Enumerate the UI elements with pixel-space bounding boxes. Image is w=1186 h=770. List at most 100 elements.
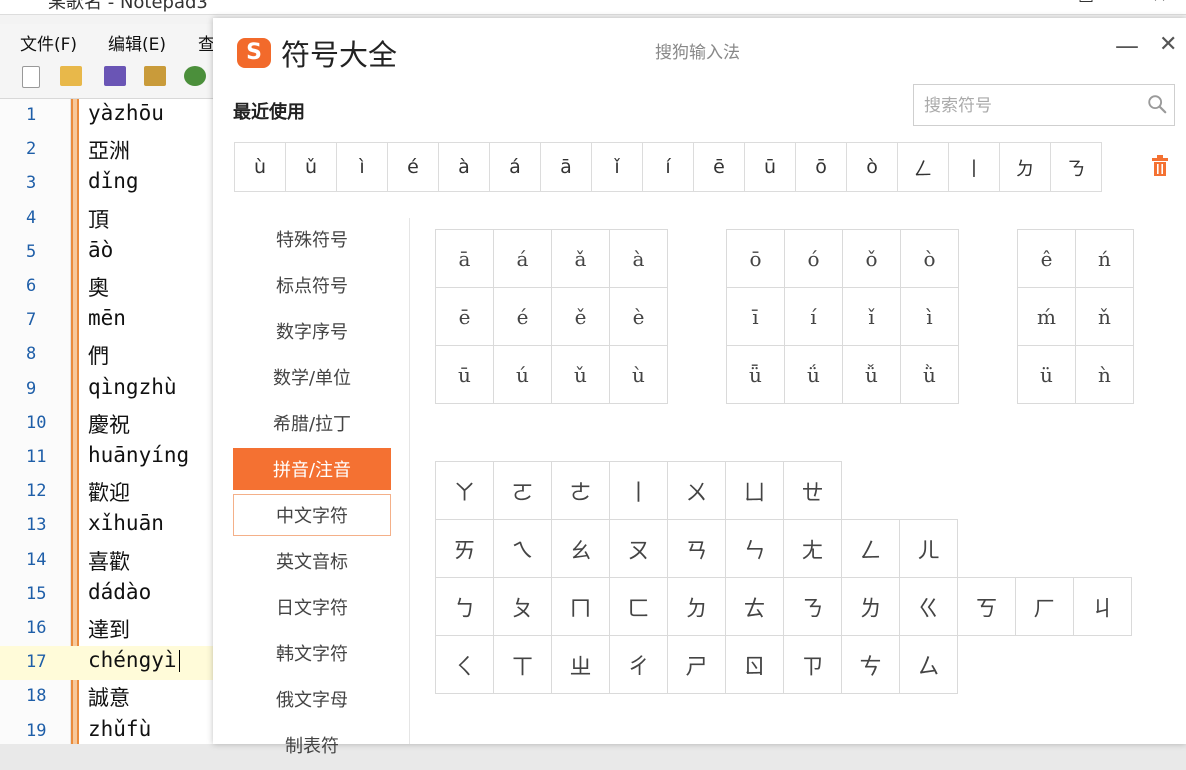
bopomofo-cell[interactable]: ㄉ	[668, 578, 726, 636]
editor-line[interactable]: 15 dádào	[0, 578, 230, 612]
line-text[interactable]: mēn	[88, 306, 126, 330]
bopomofo-cell[interactable]: ㄜ	[552, 462, 610, 520]
line-text[interactable]: 歡迎	[88, 477, 130, 507]
editor-line[interactable]: 6奧	[0, 270, 230, 304]
recent-symbol[interactable]: ā	[540, 142, 592, 192]
category-item[interactable]: 中文字符	[233, 494, 391, 536]
bopomofo-cell[interactable]: ㄆ	[494, 578, 552, 636]
recent-symbol[interactable]: ō	[795, 142, 847, 192]
symbol-cell[interactable]: ǔ	[552, 346, 610, 404]
minimize-button[interactable]: —	[1115, 32, 1139, 60]
symbol-cell[interactable]: ù	[610, 346, 668, 404]
bopomofo-cell[interactable]: ㄦ	[900, 520, 958, 578]
editor-line[interactable]: 13 xǐhuān	[0, 509, 230, 543]
editor-area[interactable]: 1 yàzhōu 2 亞洲 3 dǐng 4 頂 5 āò 6 奧 7 mēn 8 們 9 qìngzhù 10 慶祝…	[0, 99, 230, 744]
recent-symbol[interactable]: ㄥ	[897, 142, 949, 192]
recent-symbol[interactable]: ㄉ	[999, 142, 1051, 192]
line-text[interactable]: 誠意	[88, 682, 130, 712]
bopomofo-cell[interactable]: ㄟ	[494, 520, 552, 578]
editor-line[interactable]: 3 dǐng	[0, 167, 230, 201]
save-as-icon[interactable]	[144, 66, 166, 86]
symbol-cell[interactable]: ò	[901, 230, 959, 288]
symbol-cell[interactable]: ě	[552, 288, 610, 346]
symbol-cell[interactable]: ê	[1018, 230, 1076, 288]
new-file-icon[interactable]	[22, 66, 40, 88]
recent-symbol[interactable]: ē	[693, 142, 745, 192]
bopomofo-cell[interactable]: ㄍ	[900, 578, 958, 636]
panel-close-button[interactable]: ✕	[1159, 32, 1177, 57]
recent-symbol[interactable]: à	[438, 142, 490, 192]
bopomofo-cell[interactable]: ㄢ	[668, 520, 726, 578]
editor-line[interactable]: 2 亞洲	[0, 133, 230, 167]
editor-line[interactable]: 9 qìngzhù	[0, 373, 230, 407]
symbol-cell[interactable]: ḿ	[1018, 288, 1076, 346]
recent-symbol[interactable]: 丨	[948, 142, 1000, 192]
line-text[interactable]: chéngyì	[88, 648, 180, 672]
bopomofo-cell[interactable]: ㄕ	[668, 636, 726, 694]
editor-line[interactable]: 19 zhǔfù	[0, 715, 230, 749]
category-item[interactable]: 制表符	[233, 724, 391, 766]
menu-file[interactable]: 文件(F)	[20, 30, 77, 55]
bopomofo-cell[interactable]: ㄛ	[494, 462, 552, 520]
symbol-cell[interactable]: à	[610, 230, 668, 288]
editor-line[interactable]: 8們	[0, 338, 230, 372]
history-icon[interactable]	[184, 66, 206, 86]
bopomofo-cell[interactable]: ㄎ	[958, 578, 1016, 636]
close-button[interactable]: ✕	[1152, 0, 1167, 7]
symbol-cell[interactable]: ì	[901, 288, 959, 346]
symbol-cell[interactable]: ǒ	[843, 230, 901, 288]
category-item[interactable]: 俄文字母	[233, 678, 391, 720]
bopomofo-cell[interactable]: ㄤ	[784, 520, 842, 578]
symbol-cell[interactable]: ú	[494, 346, 552, 404]
line-text[interactable]: yàzhōu	[88, 101, 164, 125]
bopomofo-cell[interactable]: ㄡ	[610, 520, 668, 578]
symbol-cell[interactable]: é	[494, 288, 552, 346]
bopomofo-cell[interactable]: ㄇ	[552, 578, 610, 636]
symbol-cell[interactable]: í	[785, 288, 843, 346]
bopomofo-cell[interactable]: ㄖ	[726, 636, 784, 694]
bopomofo-cell[interactable]: ㄞ	[436, 520, 494, 578]
symbol-cell[interactable]: ǹ	[1076, 346, 1134, 404]
category-item[interactable]: 特殊符号	[233, 218, 391, 260]
bopomofo-cell[interactable]: ㄌ	[842, 578, 900, 636]
category-item[interactable]: 数字序号	[233, 310, 391, 352]
symbol-cell[interactable]: ü	[1018, 346, 1076, 404]
recent-symbol[interactable]: ù	[234, 142, 286, 192]
symbol-cell[interactable]: ū	[436, 346, 494, 404]
bopomofo-cell[interactable]: ㄗ	[784, 636, 842, 694]
editor-line[interactable]: 1 yàzhōu	[0, 99, 230, 133]
line-text[interactable]: 們	[88, 340, 109, 370]
recent-symbol[interactable]: á	[489, 142, 541, 192]
symbol-cell[interactable]: ǚ	[843, 346, 901, 404]
symbol-cell[interactable]: ō	[727, 230, 785, 288]
maximize-button[interactable]: ☐	[1078, 0, 1094, 7]
symbol-cell[interactable]: á	[494, 230, 552, 288]
editor-line[interactable]: 12 歡迎	[0, 475, 230, 509]
line-text[interactable]: xǐhuān	[88, 511, 164, 535]
recent-symbol[interactable]: ū	[744, 142, 796, 192]
category-item[interactable]: 拼音/注音	[233, 448, 391, 490]
bopomofo-cell[interactable]: ㄩ	[726, 462, 784, 520]
symbol-cell[interactable]: ā	[436, 230, 494, 288]
symbol-cell[interactable]: ǖ	[727, 346, 785, 404]
bopomofo-cell[interactable]: ㄘ	[842, 636, 900, 694]
bopomofo-cell[interactable]: ㄓ	[552, 636, 610, 694]
editor-line[interactable]: 16 達到	[0, 612, 230, 646]
bopomofo-cell[interactable]: ㄥ	[842, 520, 900, 578]
save-icon[interactable]	[104, 66, 126, 86]
bopomofo-cell[interactable]: ㄐ	[1074, 578, 1132, 636]
category-item[interactable]: 标点符号	[233, 264, 391, 306]
trash-icon[interactable]	[1150, 154, 1170, 178]
editor-line[interactable]: 7 mēn	[0, 304, 230, 338]
symbol-cell[interactable]: ǘ	[785, 346, 843, 404]
recent-symbol[interactable]: é	[387, 142, 439, 192]
editor-line[interactable]: 10 慶祝	[0, 407, 230, 441]
line-text[interactable]: 亞洲	[88, 135, 130, 165]
recent-symbol[interactable]: ㄋ	[1050, 142, 1102, 192]
category-item[interactable]: 英文音标	[233, 540, 391, 582]
editor-line[interactable]: 14 喜歡	[0, 544, 230, 578]
symbol-cell[interactable]: ň	[1076, 288, 1134, 346]
line-text[interactable]: huānyíng	[88, 443, 189, 467]
editor-line[interactable]: 5 āò	[0, 236, 230, 270]
bopomofo-cell[interactable]: ㄔ	[610, 636, 668, 694]
